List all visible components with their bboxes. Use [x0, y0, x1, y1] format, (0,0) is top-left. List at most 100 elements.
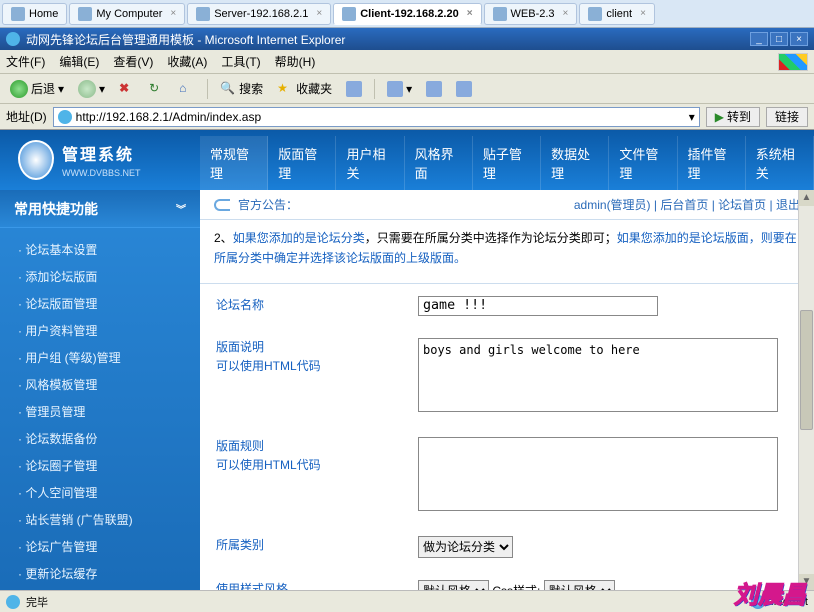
back-icon — [10, 80, 28, 98]
label-desc: 版面说明 — [216, 340, 264, 354]
os-tab-mycomputer[interactable]: My Computer× — [69, 3, 185, 25]
edit-button[interactable] — [452, 78, 476, 100]
announce-label: 官方公告： — [238, 196, 298, 213]
os-tab-home[interactable]: Home — [2, 3, 67, 25]
sidebar-list: 论坛基本设置 添加论坛版面 论坛版面管理 用户资料管理 用户组 (等级)管理 风… — [0, 228, 200, 590]
menu-tools[interactable]: 工具(T) — [221, 53, 260, 70]
current-user[interactable]: admin — [574, 198, 607, 212]
minimize-button[interactable]: _ — [750, 32, 768, 46]
forward-button[interactable]: ▾ — [74, 78, 109, 100]
sidebar-item[interactable]: 论坛系统日志 — [0, 587, 200, 590]
nav-style[interactable]: 风格界面 — [405, 136, 473, 190]
link-forum-home[interactable]: 论坛首页 — [718, 198, 766, 212]
search-button[interactable]: 🔍搜索 — [216, 78, 267, 100]
sidebar-item[interactable]: 添加论坛版面 — [0, 263, 200, 290]
sidebar-item[interactable]: 论坛数据备份 — [0, 425, 200, 452]
scroll-up-icon[interactable]: ▲ — [799, 190, 814, 206]
menu-view[interactable]: 查看(V) — [113, 53, 153, 70]
nav-system[interactable]: 系统相关 — [746, 136, 814, 190]
close-icon[interactable]: × — [467, 8, 473, 19]
ie-icon — [6, 595, 20, 609]
link-admin-home[interactable]: 后台首页 — [660, 198, 708, 212]
refresh-button[interactable]: ↻ — [145, 78, 169, 100]
close-icon[interactable]: × — [563, 8, 569, 19]
forum-form: 论坛名称 版面说明可以使用HTML代码 boys and girls welco… — [200, 284, 814, 590]
sidebar-item[interactable]: 管理员管理 — [0, 398, 200, 425]
menu-help[interactable]: 帮助(H) — [275, 53, 316, 70]
help-note: 2、如果您添加的是论坛分类，只需要在所属分类中选择作为论坛分类即可；如果您添加的… — [200, 220, 814, 284]
label-rule: 版面规则 — [216, 439, 264, 453]
web-icon — [493, 7, 507, 21]
stop-icon: ✖ — [119, 81, 135, 97]
shield-icon — [18, 140, 54, 180]
input-forum-name[interactable] — [418, 296, 658, 316]
select-category[interactable]: 做为论坛分类 — [418, 536, 513, 558]
os-tab-label: WEB-2.3 — [511, 8, 555, 20]
textarea-desc[interactable]: boys and girls welcome to here — [418, 338, 778, 412]
home-icon — [11, 7, 25, 21]
announce-bar: 官方公告： admin(管理员) | 后台首页 | 论坛首页 | 退出 — [200, 190, 814, 220]
label-category: 所属类别 — [202, 526, 402, 568]
chevron-down-icon: ︾ — [176, 201, 186, 216]
nav-general[interactable]: 常规管理 — [200, 136, 268, 190]
os-tab-web[interactable]: WEB-2.3 × — [484, 3, 578, 25]
menu-favorites[interactable]: 收藏(A) — [167, 53, 207, 70]
sidebar-header[interactable]: 常用快捷功能 ︾ — [0, 190, 200, 228]
home-button[interactable]: ⌂ — [175, 78, 199, 100]
os-tab-client-active[interactable]: Client-192.168.2.20× — [333, 3, 481, 25]
close-icon[interactable]: × — [640, 8, 646, 19]
nav-post[interactable]: 贴子管理 — [473, 136, 541, 190]
search-icon: 🔍 — [220, 81, 236, 97]
sidebar-item[interactable]: 个人空间管理 — [0, 479, 200, 506]
refresh-icon: ↻ — [149, 81, 165, 97]
restore-button[interactable]: □ — [770, 32, 788, 46]
sidebar-item[interactable]: 论坛广告管理 — [0, 533, 200, 560]
nav-plugin[interactable]: 插件管理 — [678, 136, 746, 190]
go-button[interactable]: ▶转到 — [706, 107, 760, 127]
nav-data[interactable]: 数据处理 — [541, 136, 609, 190]
back-button[interactable]: 后退 ▾ — [6, 78, 68, 100]
os-tab-server[interactable]: Server-192.168.2.1 × — [187, 3, 331, 25]
menu-file[interactable]: 文件(F) — [6, 53, 45, 70]
window-title: 动网先锋论坛后台管理通用模板 - Microsoft Internet Expl… — [26, 31, 345, 48]
close-button[interactable]: × — [790, 32, 808, 46]
favorites-button[interactable]: ★收藏夹 — [273, 78, 336, 100]
scrollbar[interactable]: ▲ ▼ — [798, 190, 814, 590]
scroll-thumb[interactable] — [800, 310, 813, 430]
address-input[interactable]: http://192.168.2.1/Admin/index.asp▾ — [53, 107, 700, 127]
textarea-rule[interactable] — [418, 437, 778, 511]
sidebar-item[interactable]: 更新论坛缓存 — [0, 560, 200, 587]
sidebar-item[interactable]: 用户资料管理 — [0, 317, 200, 344]
select-css[interactable]: 默认风格 — [544, 580, 615, 590]
hint-rule: 可以使用HTML代码 — [216, 458, 321, 472]
sidebar-item[interactable]: 风格模板管理 — [0, 371, 200, 398]
menu-edit[interactable]: 编辑(E) — [59, 53, 99, 70]
os-tab-label: Server-192.168.2.1 — [214, 8, 308, 20]
ie-page-icon — [58, 110, 72, 124]
nav-file[interactable]: 文件管理 — [609, 136, 677, 190]
sidebar-item[interactable]: 论坛基本设置 — [0, 236, 200, 263]
print-button[interactable] — [422, 78, 446, 100]
nav-section[interactable]: 版面管理 — [268, 136, 336, 190]
sidebar-item[interactable]: 论坛版面管理 — [0, 290, 200, 317]
os-tab-client2[interactable]: client× — [579, 3, 655, 25]
nav-user[interactable]: 用户相关 — [336, 136, 404, 190]
megaphone-icon — [214, 199, 230, 211]
sidebar-item[interactable]: 站长营销 (广告联盟) — [0, 506, 200, 533]
address-label: 地址(D) — [6, 108, 47, 125]
link-logout[interactable]: 退出 — [776, 198, 800, 212]
select-style[interactable]: 默认风格 — [418, 580, 489, 590]
close-icon[interactable]: × — [170, 8, 176, 19]
sidebar-item[interactable]: 论坛圈子管理 — [0, 452, 200, 479]
mail-button[interactable]: ▾ — [383, 78, 416, 100]
logo: 管理系统WWW.DVBBS.NET — [0, 140, 200, 180]
watermark: 刘晨昌 — [734, 575, 806, 610]
links-button[interactable]: 链接 — [766, 107, 808, 127]
brand-subtitle: WWW.DVBBS.NET — [62, 168, 141, 178]
sidebar-item[interactable]: 用户组 (等级)管理 — [0, 344, 200, 371]
status-bar: 完毕 Internet — [0, 590, 814, 612]
close-icon[interactable]: × — [316, 8, 322, 19]
history-button[interactable] — [342, 78, 366, 100]
client-icon — [342, 7, 356, 21]
stop-button[interactable]: ✖ — [115, 78, 139, 100]
